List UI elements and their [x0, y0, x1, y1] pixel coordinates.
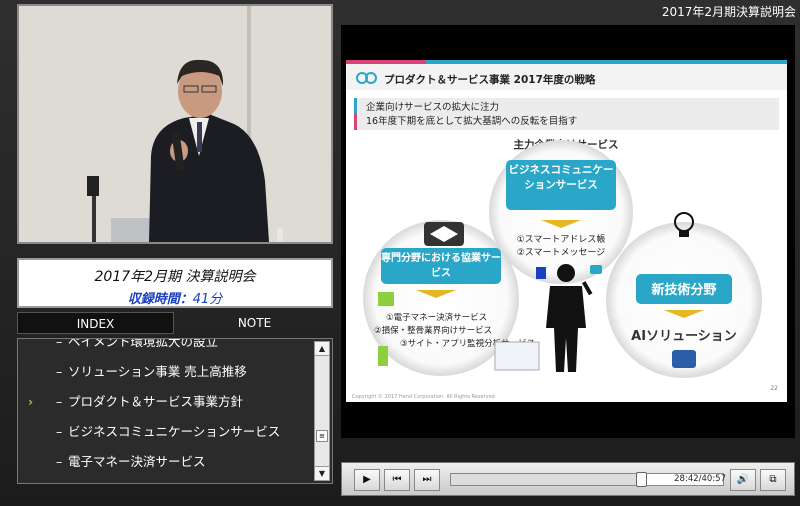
phone-icon [536, 267, 546, 279]
app-icon [378, 346, 388, 366]
player-controls: ▶ ⏮ ⏭ 28:42/40:57 🔊 ⧉ [341, 462, 795, 496]
index-item-marker: – [56, 424, 63, 439]
circle-left-title: 専門分野における協業サービス [381, 253, 501, 279]
circle-top-item: ②スマートメッセージ [517, 247, 606, 258]
index-item-label: 電子マネー決済サービス [68, 454, 206, 469]
slide-line-2: 16年度下期を底として拡大基調への反転を目指す [366, 115, 577, 127]
index-item-active[interactable]: › – プロダクト＆サービス事業方針 [18, 387, 313, 417]
dashboard-icon [494, 341, 540, 371]
event-title: 2017年2月期 決算説明会 [94, 269, 256, 285]
index-item-label: プロダクト＆サービス事業方針 [68, 394, 244, 409]
playback-time: 28:42/40:57 [674, 474, 726, 484]
panel-tabs: INDEX NOTE [17, 312, 333, 334]
next-chapter-icon[interactable]: ⏭ [414, 469, 440, 491]
play-icon[interactable]: ▶ [354, 469, 380, 491]
index-item-marker: – [56, 454, 63, 469]
index-item[interactable]: – ビジネスコミュニケーションサービス [18, 417, 313, 447]
speaker-video[interactable] [17, 4, 333, 244]
index-scrollbar[interactable]: ▲ ≡ ▼ [314, 341, 330, 481]
seek-bar-progress [451, 474, 642, 485]
index-item[interactable]: – 電子マネー決済サービス [18, 447, 313, 477]
slide-canvas: プロダクト＆サービス事業 2017年度の戦略 企業向けサービスの拡大に注力 16… [346, 60, 787, 400]
event-info-box: 2017年2月期 決算説明会 収録時間：41分 [17, 258, 333, 308]
presentation-slide: プロダクト＆サービス事業 2017年度の戦略 企業向けサービスの拡大に注力 16… [346, 60, 787, 402]
player-window: 2017年2月期 決算説明会 収録時間：41分 INDEX NOTE – ペイメ… [0, 0, 800, 506]
circle-right-title: 新技術分野 [651, 282, 716, 298]
wallet-icon [378, 292, 394, 306]
index-item-label: ビジネスコミュニケーションサービス [68, 424, 281, 439]
duration-label: 収録時間： [127, 292, 193, 307]
tab-note[interactable]: NOTE [176, 312, 333, 334]
tab-index[interactable]: INDEX [17, 312, 174, 334]
index-list: – ペイメント環境拡大の設立 – ソリューション事業 売上高推移 › – プロダ… [17, 338, 333, 484]
index-item-marker: – [56, 338, 63, 349]
speaker-video-frame [19, 6, 331, 242]
scroll-down-arrow-icon[interactable]: ▼ [315, 466, 329, 480]
volume-icon[interactable]: 🔊 [730, 469, 756, 491]
circle-top-title: ビジネスコミュニケーションサービス [508, 164, 614, 191]
fullscreen-icon[interactable]: ⧉ [760, 469, 786, 491]
duration-line: 収録時間：41分 [19, 288, 331, 307]
scroll-thumb[interactable]: ≡ [316, 430, 328, 442]
index-item-label: ペイメント環境拡大の設立 [68, 338, 219, 349]
current-item-arrow-icon: › [28, 394, 34, 409]
circle-left-item: ②損保・整骨業界向けサービス [374, 325, 492, 336]
index-item-marker: – [56, 364, 63, 379]
slide-header: プロダクト＆サービス事業 2017年度の戦略 [384, 73, 596, 86]
circle-right-sub: AIソリューション [631, 329, 737, 344]
circle-left-item: ①電子マネー決済サービス [386, 312, 487, 323]
circle-top-item: ①スマートアドレス帳 [517, 233, 606, 245]
seek-handle[interactable] [636, 472, 648, 487]
slide-page-number: 22 [770, 385, 778, 392]
scroll-up-arrow-icon[interactable]: ▲ [315, 342, 329, 356]
chat-icon [590, 265, 602, 274]
previous-chapter-icon[interactable]: ⏮ [384, 469, 410, 491]
duration-value: 41分 [192, 292, 223, 307]
handshake-icon [424, 222, 464, 246]
window-title: 2017年2月期決算説明会 [661, 5, 796, 19]
slide-line-1: 企業向けサービスの拡大に注力 [366, 101, 499, 113]
index-item-label: ソリューション事業 売上高推移 [68, 364, 247, 379]
slide-copyright: Copyright © 2017 Hand Corporation. All R… [352, 393, 497, 400]
index-item-marker: – [56, 394, 63, 409]
index-item[interactable]: – ペイメント環境拡大の設立 [18, 338, 313, 357]
robot-icon [672, 350, 696, 368]
index-item[interactable]: – ソリューション事業 売上高推移 [18, 357, 313, 387]
